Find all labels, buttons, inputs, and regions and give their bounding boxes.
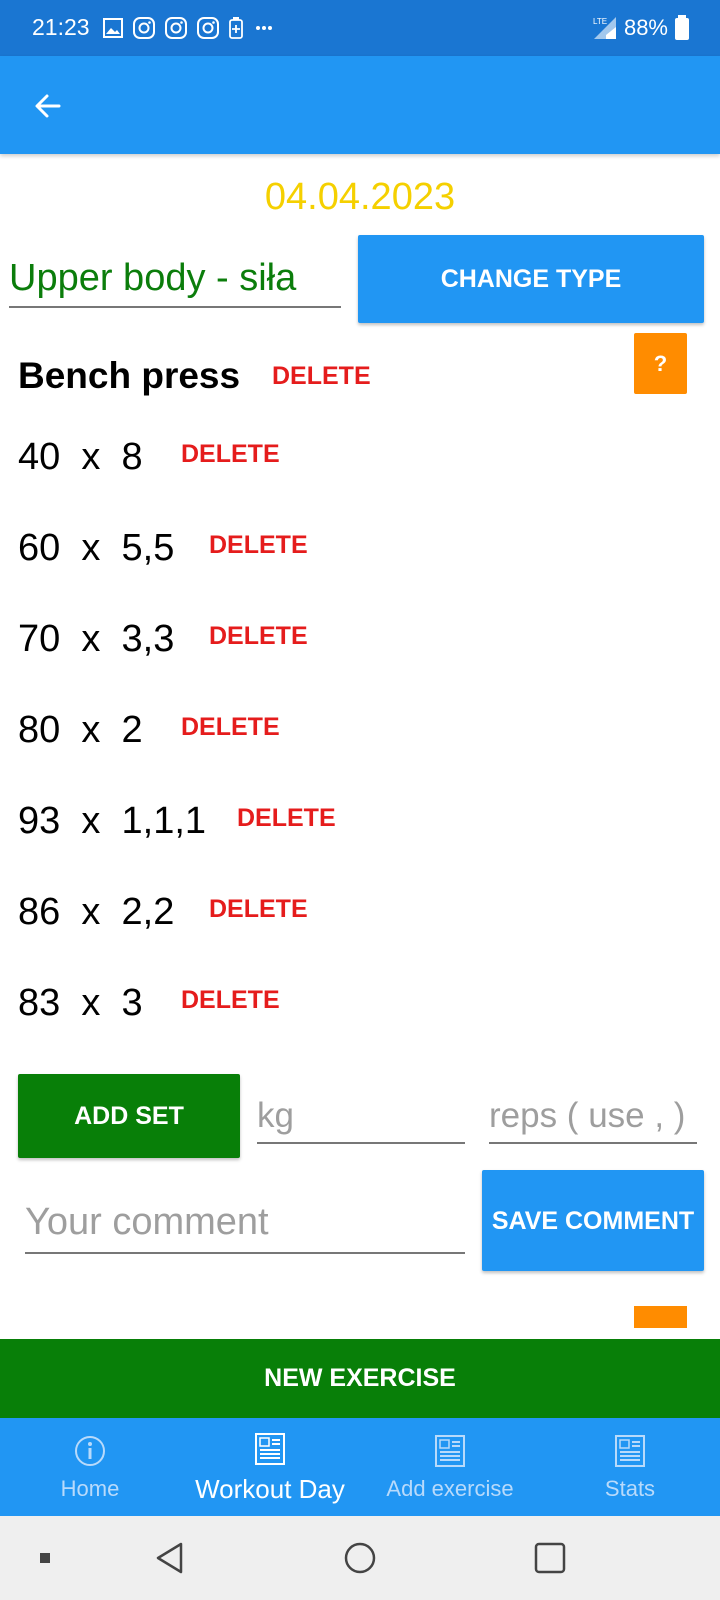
- nav-label-home: Home: [60, 1476, 120, 1501]
- newspaper-icon: [255, 1433, 285, 1465]
- instagram-icon: [133, 17, 155, 39]
- gallery-icon: [103, 18, 123, 38]
- status-time: 21:23: [32, 14, 90, 40]
- set-value: 86 x 2,2: [18, 891, 175, 933]
- delete-set-button[interactable]: DELETE: [209, 622, 308, 651]
- arrow-left-icon: [35, 94, 61, 118]
- nav-item-add-exercise[interactable]: Add exercise: [360, 1418, 540, 1516]
- back-button[interactable]: [24, 82, 72, 130]
- set-row: 60 x 5,5: [18, 523, 174, 573]
- more-dots-icon: [256, 26, 272, 30]
- kg-input[interactable]: [257, 1090, 465, 1144]
- newspaper-icon: [615, 1435, 645, 1467]
- set-row: 80 x 2: [18, 705, 143, 755]
- save-comment-button[interactable]: SAVE COMMENT: [482, 1170, 704, 1271]
- battery-percent: 88%: [623, 15, 668, 40]
- reps-input[interactable]: [489, 1090, 697, 1144]
- instagram-icon: [165, 17, 187, 39]
- set-value: 40 x 8: [18, 436, 143, 478]
- instagram-icon: [197, 17, 219, 39]
- square-dot-icon: [40, 1553, 50, 1563]
- set-value: 60 x 5,5: [18, 527, 175, 569]
- status-bar: 21:23 LTE 88%: [0, 0, 720, 56]
- delete-exercise-button[interactable]: DELETE: [272, 362, 371, 391]
- exercise-name: Bench press: [18, 355, 241, 396]
- set-value: 83 x 3: [18, 982, 143, 1024]
- nav-item-home[interactable]: Home: [0, 1418, 180, 1516]
- system-nav-bar: [0, 1516, 720, 1600]
- nav-item-workout-day[interactable]: Workout Day: [180, 1418, 360, 1516]
- system-back-button[interactable]: [140, 1516, 200, 1600]
- workout-date: 04.04.2023: [264, 176, 456, 218]
- battery-icon: [675, 15, 689, 40]
- delete-set-button[interactable]: DELETE: [237, 804, 336, 833]
- delete-set-button[interactable]: DELETE: [209, 895, 308, 924]
- delete-set-button[interactable]: DELETE: [181, 986, 280, 1015]
- square-recents-icon: [534, 1542, 566, 1574]
- comment-input[interactable]: [25, 1192, 465, 1254]
- set-value: 80 x 2: [18, 709, 143, 751]
- newspaper-icon: [435, 1435, 465, 1467]
- delete-set-button[interactable]: DELETE: [181, 713, 280, 742]
- circle-home-icon: [344, 1542, 376, 1574]
- app-bar: [0, 56, 720, 154]
- set-row: 86 x 2,2: [18, 887, 174, 937]
- nav-label-add-exercise: Add exercise: [386, 1476, 514, 1501]
- change-type-button[interactable]: CHANGE TYPE: [358, 235, 704, 323]
- network-label: LTE: [593, 17, 607, 26]
- set-row: 83 x 3: [18, 978, 143, 1028]
- set-value: 70 x 3,3: [18, 618, 175, 660]
- set-value: 93 x 1,1,1: [18, 800, 207, 842]
- menu-dot-button[interactable]: [30, 1516, 60, 1600]
- delete-set-button[interactable]: DELETE: [209, 531, 308, 560]
- triangle-back-icon: [156, 1542, 183, 1574]
- nav-item-stats[interactable]: Stats: [540, 1418, 720, 1516]
- notification-icons: [102, 16, 276, 40]
- new-exercise-button[interactable]: NEW EXERCISE: [0, 1339, 720, 1418]
- battery-saver-icon: [229, 17, 243, 39]
- workout-type-field[interactable]: Upper body - siła: [9, 250, 341, 308]
- status-right: LTE 88%: [592, 12, 690, 44]
- set-row: 70 x 3,3: [18, 614, 174, 664]
- delete-set-button[interactable]: DELETE: [181, 440, 280, 469]
- add-set-button[interactable]: ADD SET: [18, 1074, 240, 1158]
- bottom-nav: Home Workout Day Add exercise Stats: [0, 1418, 720, 1516]
- set-row: 93 x 1,1,1: [18, 796, 206, 846]
- signal-icon: LTE: [593, 17, 616, 39]
- help-button-partial[interactable]: [634, 1306, 687, 1328]
- system-home-button[interactable]: [330, 1516, 390, 1600]
- nav-label-stats: Stats: [604, 1476, 656, 1501]
- help-button[interactable]: ?: [634, 333, 687, 394]
- set-row: 40 x 8: [18, 432, 143, 482]
- info-icon: [75, 1436, 105, 1466]
- system-recents-button[interactable]: [520, 1516, 580, 1600]
- nav-label-workout-day: Workout Day: [195, 1474, 345, 1504]
